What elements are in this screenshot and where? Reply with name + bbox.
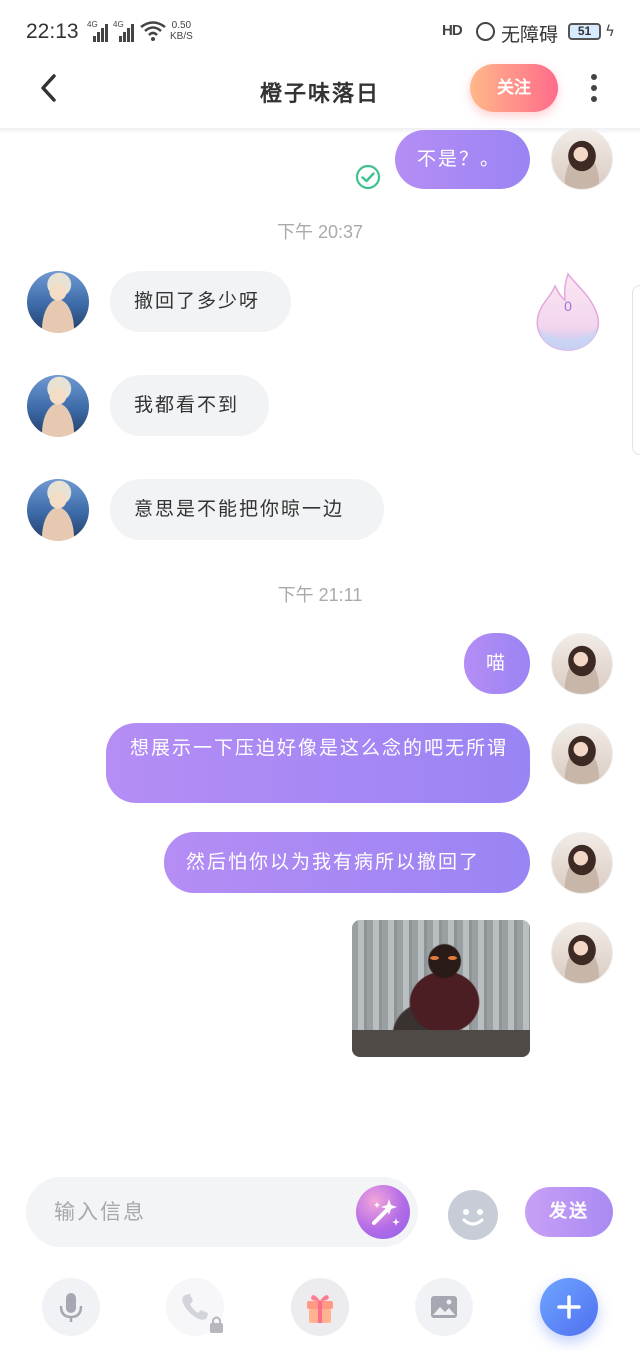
read-check-icon xyxy=(355,164,381,190)
my-avatar[interactable] xyxy=(551,723,613,785)
message-composer xyxy=(26,1177,418,1247)
wifi-icon xyxy=(140,21,166,41)
status-time: 22:13 xyxy=(26,20,79,43)
emoji-button[interactable] xyxy=(448,1190,498,1240)
plus-icon xyxy=(557,1295,581,1319)
intimacy-count: 0 xyxy=(564,298,572,314)
message-bubble-incoming[interactable]: 意思是不能把你晾一边 xyxy=(110,479,384,540)
my-avatar[interactable] xyxy=(551,922,613,984)
gift-button[interactable] xyxy=(291,1278,349,1336)
microphone-icon xyxy=(59,1293,83,1322)
signal-icon: 4G xyxy=(87,20,109,42)
header-divider xyxy=(0,128,640,134)
more-dots-icon[interactable] xyxy=(582,72,606,104)
network-speed: 0.50 KB/S xyxy=(170,20,193,42)
follow-button[interactable]: 关注 xyxy=(470,64,558,112)
my-avatar[interactable] xyxy=(551,832,613,894)
more-tools-button[interactable] xyxy=(540,1278,598,1336)
message-bubble-outgoing[interactable]: 不是？。 xyxy=(395,130,530,189)
contact-avatar[interactable] xyxy=(27,375,89,437)
accessibility-label: 无障碍 xyxy=(501,25,559,46)
my-avatar[interactable] xyxy=(551,128,613,190)
battery-icon: 51 xyxy=(568,23,601,40)
contact-avatar[interactable] xyxy=(27,479,89,541)
image-button[interactable] xyxy=(415,1278,473,1336)
chat-header: 橙子味落日 关注 xyxy=(0,62,640,130)
magic-wand-icon xyxy=(372,1199,400,1226)
my-avatar[interactable] xyxy=(551,633,613,695)
message-bubble-incoming[interactable]: 我都看不到 xyxy=(110,375,269,436)
gift-icon xyxy=(307,1295,333,1323)
call-button[interactable] xyxy=(166,1278,224,1336)
image-icon xyxy=(431,1296,457,1318)
message-input[interactable] xyxy=(54,1197,344,1227)
timestamp: 下午 21:11 xyxy=(277,585,363,605)
message-bubble-outgoing[interactable]: 想展示一下压迫好像是这么念的吧无所谓 xyxy=(106,723,530,803)
signal-icon: 4G xyxy=(113,20,135,42)
message-bubble-outgoing[interactable]: 然后怕你以为我有病所以撤回了 xyxy=(164,832,530,893)
intimacy-flame[interactable]: 0 xyxy=(531,270,605,354)
lock-icon xyxy=(210,1316,223,1333)
image-message[interactable] xyxy=(352,920,530,1057)
send-button[interactable]: 发送 xyxy=(525,1187,613,1237)
magic-wand-button[interactable] xyxy=(356,1185,410,1239)
side-drawer-handle[interactable] xyxy=(632,285,640,455)
hd-indicator: HD xyxy=(442,22,463,39)
voice-button[interactable] xyxy=(42,1278,100,1336)
message-bubble-incoming[interactable]: 撤回了多少呀 xyxy=(110,271,291,332)
timestamp: 下午 20:37 xyxy=(276,222,364,242)
emoji-face-icon xyxy=(462,1209,484,1226)
message-bubble-outgoing[interactable]: 喵 xyxy=(464,633,530,694)
lock-rotation-icon xyxy=(476,22,495,41)
status-bar: 22:13 4G 4G 0.50 KB/S HD 无障碍 51 ϟ xyxy=(0,0,640,62)
charging-icon: ϟ xyxy=(605,22,615,40)
contact-avatar[interactable] xyxy=(27,271,89,333)
